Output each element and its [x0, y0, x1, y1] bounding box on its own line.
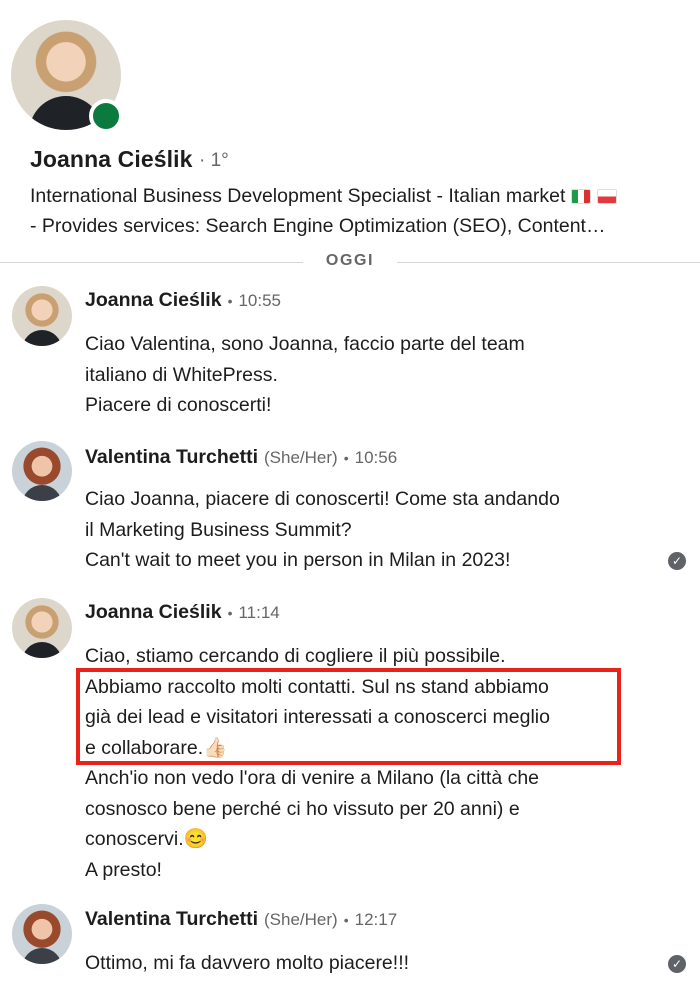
- seen-check-icon: ✓: [668, 552, 686, 570]
- separator-dot: •: [343, 912, 349, 928]
- separator-dot: •: [227, 605, 233, 621]
- message-sender[interactable]: Joanna Cieślik • 11:14: [85, 601, 280, 624]
- message-sender[interactable]: Valentina Turchetti (She/Her) • 10:56: [85, 446, 397, 469]
- sender-avatar-joanna[interactable]: [12, 286, 72, 346]
- sender-avatar-valentina[interactable]: [12, 904, 72, 964]
- message-body: Ciao, stiamo cercando di cogliere il più…: [85, 641, 675, 885]
- message-sender[interactable]: Joanna Cieślik • 10:55: [85, 289, 281, 312]
- message-time: 11:14: [238, 603, 280, 622]
- message-line: Ciao Valentina, sono Joanna, faccio part…: [85, 333, 525, 355]
- online-status-indicator: [89, 99, 123, 133]
- message-line: conoscervi.😊: [85, 828, 208, 850]
- divider-line: [397, 262, 700, 263]
- message-line: e collaborare.👍🏻: [85, 736, 228, 759]
- poland-flag-icon: [597, 189, 618, 205]
- sender-pronouns: (She/Her): [264, 910, 338, 929]
- message-line: Anch'io non vedo l'ora di venire a Milan…: [85, 767, 540, 789]
- message-time: 10:56: [354, 448, 398, 467]
- message-sender[interactable]: Valentina Turchetti (She/Her) • 12:17: [85, 908, 397, 931]
- connection-degree: · 1°: [199, 150, 229, 171]
- sender-avatar-valentina[interactable]: [12, 441, 72, 501]
- message-body: Ciao Joanna, piacere di conoscerti! Come…: [85, 484, 675, 576]
- message-line: Ciao Joanna, piacere di conoscerti! Come…: [85, 488, 560, 510]
- sender-avatar-joanna[interactable]: [12, 598, 72, 658]
- profile-headline: International Business Development Speci…: [30, 181, 680, 241]
- message-body: Ciao Valentina, sono Joanna, faccio part…: [85, 329, 675, 421]
- message-time: 12:17: [354, 910, 398, 929]
- message-line: Can't wait to meet you in person in Mila…: [85, 549, 511, 571]
- headline-line-1: International Business Development Speci…: [30, 185, 566, 207]
- seen-check-icon: ✓: [668, 955, 686, 973]
- message-line: Piacere di conoscerti!: [85, 394, 272, 416]
- italy-flag-icon: [571, 189, 592, 205]
- sender-name[interactable]: Joanna Cieślik: [85, 289, 222, 311]
- message-line: già dei lead e visitatori interessati a …: [85, 706, 550, 728]
- separator-dot: •: [227, 293, 233, 309]
- message-line: Abbiamo raccolto molti contatti. Sul ns …: [85, 675, 549, 698]
- divider-line: [0, 262, 303, 263]
- headline-line-2: - Provides services: Search Engine Optim…: [30, 215, 606, 237]
- message-line: italiano di WhitePress.: [85, 363, 278, 386]
- message-body: Ottimo, mi fa davvero molto piacere!!!: [85, 948, 675, 979]
- message-line: il Marketing Business Summit?: [85, 518, 352, 541]
- message-line: cosnosco bene perché ci ho vissuto per 2…: [85, 797, 520, 820]
- message-line: A presto!: [85, 858, 162, 881]
- message-line: Ottimo, mi fa davvero molto piacere!!!: [85, 952, 410, 974]
- sender-name[interactable]: Valentina Turchetti: [85, 446, 258, 468]
- sender-name[interactable]: Valentina Turchetti: [85, 908, 258, 930]
- message-line: Ciao, stiamo cercando di cogliere il più…: [85, 645, 506, 667]
- sender-name[interactable]: Joanna Cieślik: [85, 601, 222, 623]
- sender-pronouns: (She/Her): [264, 448, 338, 467]
- message-time: 10:55: [238, 291, 282, 310]
- day-divider-label: OGGI: [325, 252, 375, 269]
- separator-dot: •: [343, 450, 349, 466]
- profile-name[interactable]: Joanna Cieślik: [30, 146, 192, 173]
